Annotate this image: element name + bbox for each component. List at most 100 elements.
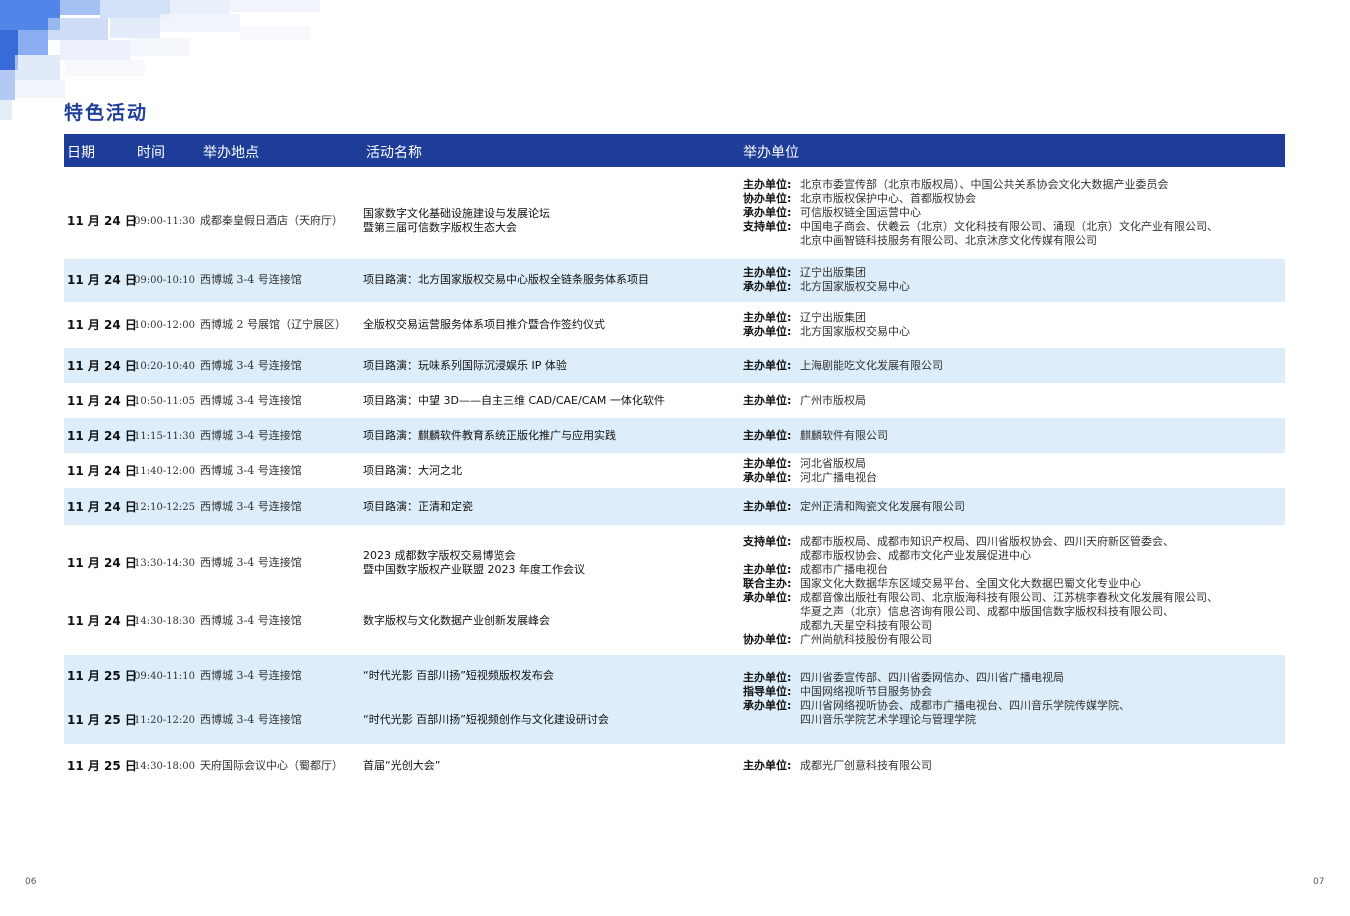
table-row: 11 月 24 日 10:20-10:40 西博城 3-4 号连接馆 项目路演：玩味系… <box>64 348 1285 383</box>
organizer-role: 承办单位: <box>743 325 792 338</box>
event-time: 10:00-12:00 <box>134 320 196 331</box>
organizer-line: 支持单位: 中国电子商会、伏羲云（北京）文化科技有限公司、涌现（北京）文化产业有限… <box>743 220 1218 234</box>
decor-block <box>170 0 230 14</box>
organizer-line: 承办单位: 北方国家版权交易中心 <box>743 325 910 339</box>
organizer-role: 承办单位: <box>743 280 792 293</box>
table-row: 11 月 24 日 12:10-12:25 西博城 3-4 号连接馆 项目路演：正清和… <box>64 488 1285 525</box>
organizer-names: 成都音像出版社有限公司、北京版海科技有限公司、江苏桃李春秋文化发展有限公司、 <box>800 591 1218 604</box>
organizer-names: 四川省网络视听协会、成都市广播电视台、四川音乐学院传媒学院、 <box>800 699 1130 712</box>
organizer-line: 主办单位: 辽宁出版集团 <box>743 311 910 325</box>
organizer-names: 中国电子商会、伏羲云（北京）文化科技有限公司、涌现（北京）文化产业有限公司、 <box>800 220 1218 233</box>
organizer-role: 承办单位: <box>743 471 792 484</box>
organizer-role: 主办单位: <box>743 311 792 324</box>
event-name: 国家数字文化基础设施建设与发展论坛 暨第三届可信数字版权生态大会 <box>363 207 550 235</box>
event-date: 11 月 24 日 <box>67 318 137 332</box>
decor-block <box>18 30 48 55</box>
event-date: 11 月 24 日 <box>67 429 137 443</box>
header-activity-name: 活动名称 <box>366 145 422 161</box>
event-time: 10:50-11:05 <box>134 396 196 407</box>
table-row: 11 月 24 日 10:00-12:00 西博城 2 号展馆（辽宁展区） 全版权交易… <box>64 302 1285 348</box>
organizer-line: 承办单位: 四川省网络视听协会、成都市广播电视台、四川音乐学院传媒学院、 <box>743 699 1130 713</box>
event-name-line: 全版权交易运营服务体系项目推介暨合作签约仪式 <box>363 318 605 331</box>
event-venue: 西博城 3-4 号连接馆 <box>200 359 302 372</box>
decor-block <box>0 100 12 120</box>
event-name: 项目路演：北方国家版权交易中心版权全链条服务体系项目 <box>363 273 649 287</box>
organizer-line: 承办单位: 可信版权链全国运营中心 <box>743 206 1218 220</box>
event-venue: 西博城 3-4 号连接馆 <box>200 464 302 477</box>
organizer-role: 主办单位: <box>743 178 792 191</box>
event-name-line: “时代光影 百部川扬”短视频创作与文化建设研讨会 <box>363 713 609 726</box>
event-date: 11 月 24 日 <box>67 273 137 287</box>
organizer-role: 主办单位: <box>743 429 792 442</box>
organizer-line: 承办单位: 成都音像出版社有限公司、北京版海科技有限公司、江苏桃李春秋文化发展有限… <box>743 591 1218 605</box>
organizer-line: 北京中画智链科技服务有限公司、北京沐彦文化传媒有限公司 <box>743 234 1218 248</box>
decor-block <box>65 60 145 76</box>
organizer-role: 主办单位: <box>743 759 792 772</box>
event-time: 09:00-11:30 <box>134 216 196 227</box>
organizer-names: 广州尚航科技股份有限公司 <box>800 633 932 646</box>
event-venue: 西博城 3-4 号连接馆 <box>200 669 302 682</box>
event-name-line: 数字版权与文化数据产业创新发展峰会 <box>363 614 550 627</box>
event-organizers: 主办单位: 辽宁出版集团 承办单位: 北方国家版权交易中心 <box>743 311 910 339</box>
organizer-names: 华夏之声（北京）信息咨询有限公司、成都中版国信数字版权科技有限公司、 <box>800 605 1174 618</box>
table-row: 11 月 24 日 09:00-10:10 西博城 3-4 号连接馆 项目路演：北方国… <box>64 259 1285 302</box>
event-name: 项目路演：麒麟软件教育系统正版化推广与应用实践 <box>363 429 616 443</box>
event-name-line: 项目路演：北方国家版权交易中心版权全链条服务体系项目 <box>363 273 649 286</box>
organizer-role: 承办单位: <box>743 699 792 712</box>
organizer-names: 北方国家版权交易中心 <box>800 325 910 338</box>
event-date: 11 月 24 日 <box>67 614 137 628</box>
decor-block <box>48 18 108 40</box>
organizer-names: 广州市版权局 <box>800 394 866 407</box>
organizer-role: 主办单位: <box>743 500 792 513</box>
event-name: 2023 成都数字版权交易博览会 暨中国数字版权产业联盟 2023 年度工作会议 <box>363 549 585 577</box>
organizer-names: 北方国家版权交易中心 <box>800 280 910 293</box>
event-name-line: 2023 成都数字版权交易博览会 <box>363 549 516 562</box>
event-time: 10:20-10:40 <box>134 361 196 372</box>
organizer-line: 华夏之声（北京）信息咨询有限公司、成都中版国信数字版权科技有限公司、 <box>743 605 1218 619</box>
organizer-names: 麒麟软件有限公司 <box>800 429 888 442</box>
organizer-names: 成都市广播电视台 <box>800 563 888 576</box>
organizer-role: 指导单位: <box>743 685 792 698</box>
decor-block <box>160 14 240 32</box>
event-date: 11 月 25 日 <box>67 669 137 683</box>
decor-block <box>15 55 60 80</box>
organizer-names: 河北省版权局 <box>800 457 866 470</box>
event-name-line: 暨中国数字版权产业联盟 2023 年度工作会议 <box>363 563 585 576</box>
event-organizers: 主办单位: 四川省委宣传部、四川省委网信办、四川省广播电视局 指导单位: 中国网络视听… <box>743 671 1130 727</box>
organizer-names: 四川音乐学院艺术学理论与管理学院 <box>800 713 976 726</box>
table-row: 11 月 25 日 09:40-11:10 西博城 3-4 号连接馆 “时代光影 百部… <box>64 655 1285 744</box>
event-name: “时代光影 百部川扬”短视频版权发布会 <box>363 669 554 683</box>
organizer-role: 主办单位: <box>743 266 792 279</box>
event-name: 全版权交易运营服务体系项目推介暨合作签约仪式 <box>363 318 605 332</box>
decorative-header-pattern <box>0 0 330 130</box>
event-time: 09:40-11:10 <box>134 671 196 682</box>
event-date: 11 月 24 日 <box>67 500 137 514</box>
table-row: 11 月 25 日 14:30-18:00 天府国际会议中心（蜀都厅） 首届“光创大会… <box>64 744 1285 787</box>
organizer-line: 四川音乐学院艺术学理论与管理学院 <box>743 713 1130 727</box>
organizer-names: 河北广播电视台 <box>800 471 877 484</box>
organizer-names: 辽宁出版集团 <box>800 311 866 324</box>
organizer-line: 主办单位: 广州市版权局 <box>743 394 866 408</box>
decor-block <box>60 40 130 60</box>
event-name-line: “时代光影 百部川扬”短视频版权发布会 <box>363 669 554 682</box>
organizer-names: 成都光厂创意科技有限公司 <box>800 759 932 772</box>
organizer-line: 主办单位: 北京市委宣传部（北京市版权局）、中国公共关系协会文化大数据产业委员会 <box>743 178 1218 192</box>
header-time: 时间 <box>137 145 165 161</box>
event-name-line: 首届“光创大会” <box>363 759 441 772</box>
event-date: 11 月 25 日 <box>67 713 137 727</box>
event-date: 11 月 24 日 <box>67 214 137 228</box>
decor-block <box>240 26 310 40</box>
page-number-left: 06 <box>25 877 37 887</box>
page-number-right: 07 <box>1313 877 1325 887</box>
event-date: 11 月 25 日 <box>67 759 137 773</box>
event-organizers: 主办单位: 辽宁出版集团 承办单位: 北方国家版权交易中心 <box>743 266 910 294</box>
event-venue: 西博城 3-4 号连接馆 <box>200 713 302 726</box>
event-time: 11:15-11:30 <box>134 431 196 442</box>
decor-block <box>130 38 190 56</box>
event-venue: 西博城 3-4 号连接馆 <box>200 273 302 286</box>
decor-block <box>60 0 100 15</box>
table-row: 11 月 24 日 11:15-11:30 西博城 3-4 号连接馆 项目路演：麒麟软… <box>64 418 1285 453</box>
decor-block <box>230 0 320 12</box>
event-organizers: 主办单位: 定州正清和陶瓷文化发展有限公司 <box>743 500 965 514</box>
organizer-names: 辽宁出版集团 <box>800 266 866 279</box>
